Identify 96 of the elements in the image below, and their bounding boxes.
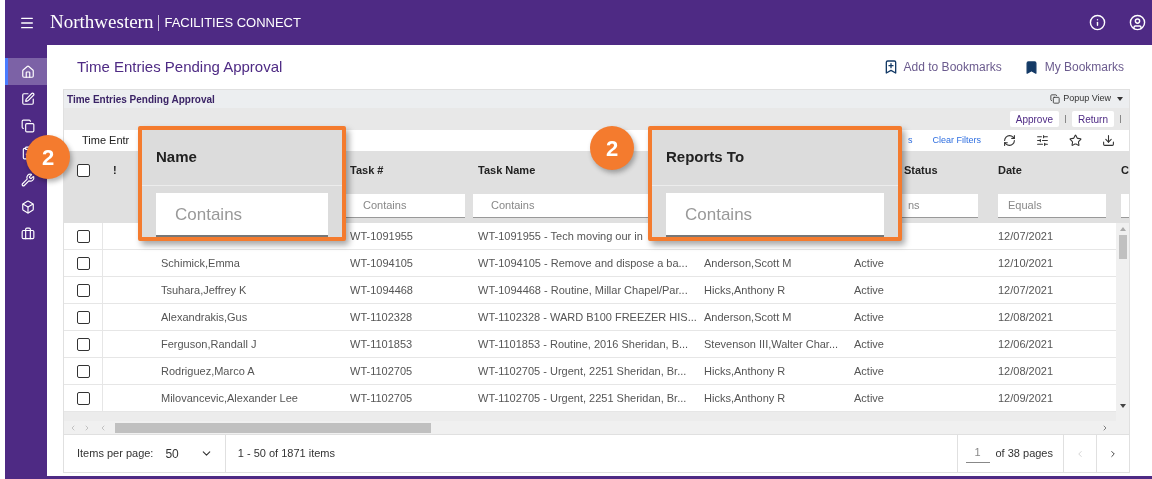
table-cell-text: Alexandrakis,Gus	[161, 309, 248, 325]
briefcase-icon	[20, 226, 35, 241]
table-cell-text: Anderson,Scott M	[704, 309, 792, 325]
sidebar-item[interactable]	[5, 58, 47, 85]
item-range: 1 - 50 of 1871 items	[237, 446, 336, 462]
table-cell-text: WT-1102705	[350, 363, 413, 379]
table-cell-text: WT-1091955	[350, 228, 413, 244]
panel-title: Time Entries Pending Approval	[67, 92, 215, 107]
info-icon[interactable]	[1089, 14, 1106, 31]
page-title: Time Entries Pending Approval	[77, 56, 283, 77]
next-page-icon[interactable]	[1108, 448, 1118, 459]
table-cell-text: 12/10/2021	[998, 255, 1054, 271]
table-cell-text: Hicks,Anthony R	[704, 363, 786, 379]
column-header: Task #	[350, 162, 384, 178]
table-cell-text: 12/08/2021	[998, 363, 1054, 379]
table-cell-text: 12/07/2021	[998, 228, 1054, 244]
popup-icon	[1050, 94, 1061, 104]
items-per-page-select[interactable]: 50	[165, 444, 213, 463]
brand-name: Northwestern	[50, 10, 154, 35]
bookmark-icon	[1023, 59, 1039, 75]
approve-button[interactable]: Approve	[1009, 111, 1059, 127]
callout-label: Name	[156, 147, 197, 168]
table-cell-text: WT-1094105 - Remove and dispose a ba...	[478, 255, 688, 271]
copy-icon	[20, 118, 35, 133]
column-header: !	[113, 162, 117, 178]
clear-filters-link[interactable]: Clear Filters	[932, 133, 981, 148]
caret-icon	[1117, 97, 1123, 101]
table-cell-text: Anderson,Scott M	[704, 255, 792, 271]
checkbox[interactable]	[76, 283, 90, 297]
column-header: Task Name	[478, 162, 536, 178]
scroll-right-icon[interactable]	[1101, 423, 1109, 432]
table-cell-text: 12/08/2021	[998, 309, 1054, 325]
table-cell-text: Hicks,Anthony R	[704, 390, 786, 406]
wrench-icon	[20, 172, 35, 187]
table-cell-text: WT-1101853 - Routine, 2016 Sheridan, B...	[478, 336, 689, 352]
grid-title: Time Entr	[82, 133, 130, 149]
page-field[interactable]: 1	[965, 444, 990, 463]
popup-view-button[interactable]: Popup View	[1050, 92, 1123, 106]
star-icon[interactable]	[1069, 134, 1082, 147]
product-name: FACILITIES CONNECT	[164, 13, 301, 32]
table-cell-text: Rodriguez,Marco A	[161, 363, 255, 379]
filter-field[interactable]: Contains	[345, 194, 465, 218]
table-cell-text: Schimick,Emma	[161, 255, 240, 271]
checkbox[interactable]	[76, 256, 90, 270]
edit-icon	[20, 91, 35, 106]
sliders-icon[interactable]	[1036, 134, 1049, 147]
table-cell-text: Active	[854, 309, 884, 325]
table-cell-text: Active	[854, 282, 884, 298]
home-icon	[20, 64, 35, 79]
column-header: Date	[998, 162, 1022, 178]
table-cell-text: WT-1101853	[350, 336, 413, 352]
items-per-page-label: Items per page:	[77, 446, 154, 462]
table-cell-text: WT-1091955 - Tech moving our in	[478, 228, 643, 244]
filter-field[interactable]	[1121, 194, 1129, 218]
add-bookmark-link[interactable]: Add to Bookmarks	[882, 58, 1002, 76]
refresh-icon[interactable]	[1003, 134, 1016, 147]
checkbox[interactable]	[76, 310, 90, 324]
table-cell-text: 12/09/2021	[998, 390, 1054, 406]
filter-field[interactable]: Equals	[998, 194, 1106, 218]
callout-label: Reports To	[666, 147, 745, 168]
table-cell-text: Tsuhara,Jeffrey K	[161, 282, 247, 298]
checkbox[interactable]	[76, 391, 90, 405]
toolbar-link[interactable]: s	[908, 133, 913, 148]
column-header: Status	[904, 162, 938, 178]
table-cell-text: WT-1102705 - Urgent, 2251 Sheridan, Br...	[478, 390, 687, 406]
table-cell-text: Active	[854, 390, 884, 406]
table-cell-text: 12/07/2021	[998, 282, 1054, 298]
table-cell-text: Active	[854, 336, 884, 352]
table-cell-text: Milovancevic,Alexander Lee	[161, 390, 298, 406]
column-header: C	[1121, 162, 1129, 178]
user-icon[interactable]	[1129, 14, 1146, 31]
table-cell-text: Ferguson,Randall J	[161, 336, 257, 352]
checkbox[interactable]	[76, 337, 90, 351]
vertical-scrollbar[interactable]	[1116, 223, 1129, 421]
checkbox[interactable]	[77, 163, 90, 177]
table-cell-text: WT-1094468 - Routine, Millar Chapel/Par...	[478, 282, 688, 298]
callout-filter-field: Contains	[156, 193, 328, 237]
table-cell-text: Hicks,Anthony R	[704, 282, 786, 298]
table-cell-text: WT-1102328 - WARD B100 FREEZER HIS...	[478, 309, 697, 325]
table-cell-text: WT-1094105	[350, 255, 413, 271]
table-cell-text: Active	[854, 255, 884, 271]
checkbox[interactable]	[76, 364, 90, 378]
page-count: of 38 pages	[995, 446, 1053, 462]
cube-icon	[20, 199, 35, 214]
callout-filter-field: Contains	[666, 193, 884, 237]
table-cell-text: WT-1102328	[350, 309, 413, 325]
table-cell-text: Stevenson III,Walter Char...	[704, 336, 839, 352]
table-cell-text: WT-1102705 - Urgent, 2251 Sheridan, Br...	[478, 363, 687, 379]
table-cell-text: WT-1102705	[350, 390, 413, 406]
table-cell-text: Active	[854, 363, 884, 379]
checkbox[interactable]	[76, 229, 90, 243]
table-cell-text: 12/06/2021	[998, 336, 1054, 352]
return-button[interactable]: Return	[1072, 111, 1114, 127]
download-icon[interactable]	[1102, 134, 1115, 147]
bookmarks-link[interactable]: My Bookmarks	[1023, 58, 1124, 76]
table-cell-text: WT-1094468	[350, 282, 413, 298]
